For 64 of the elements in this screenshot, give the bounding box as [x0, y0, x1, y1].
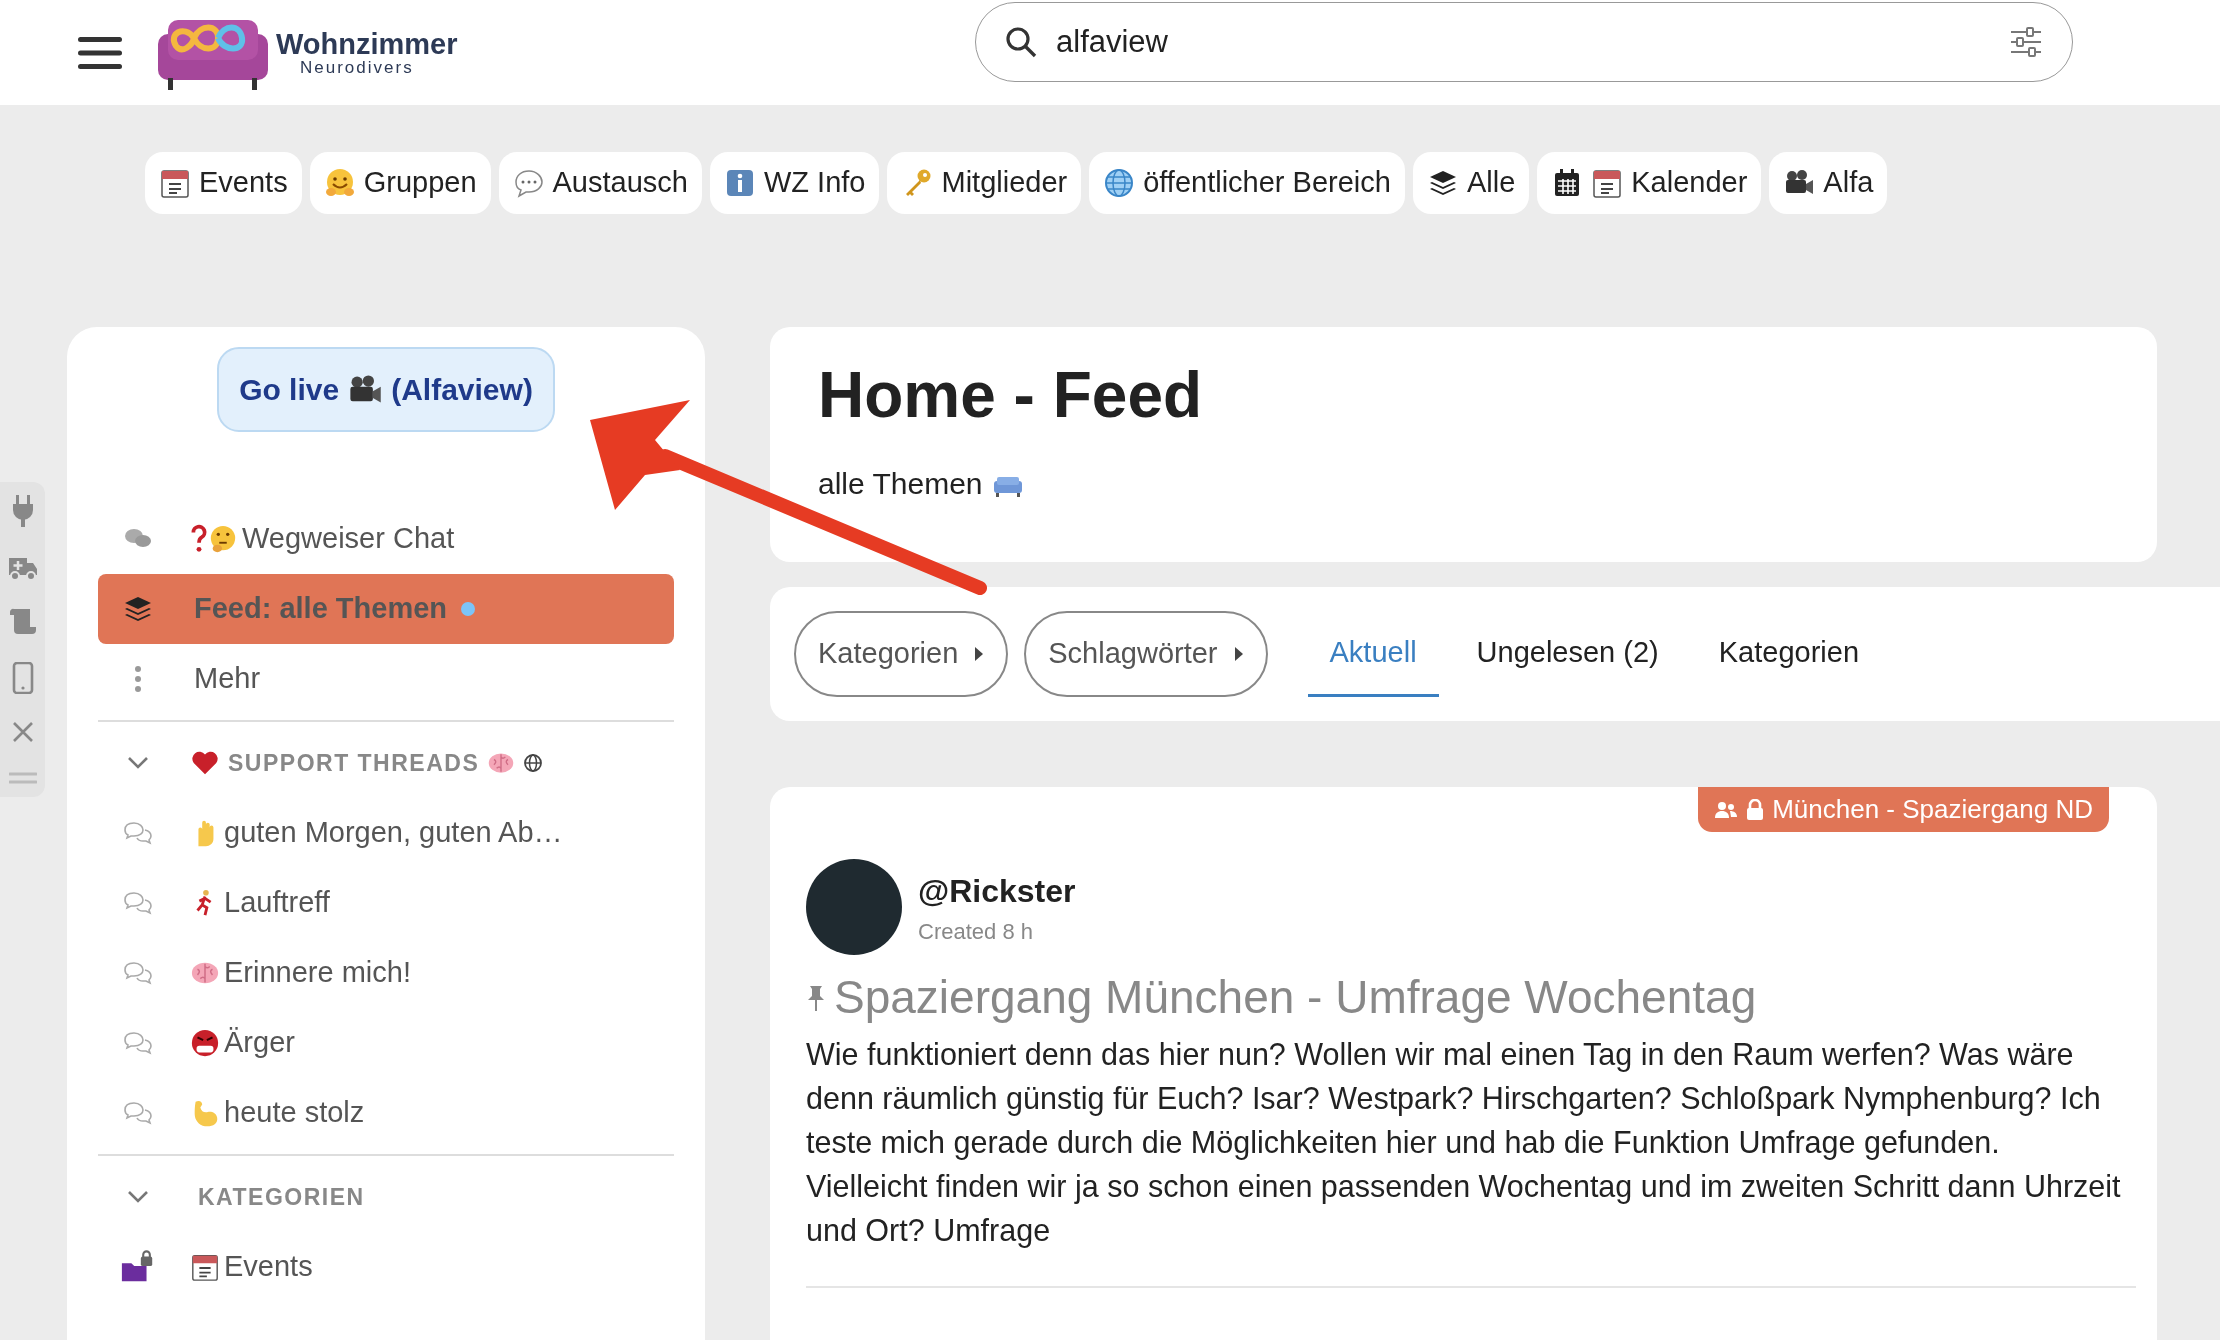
more-icon — [134, 665, 142, 693]
smiley-icon — [323, 167, 356, 199]
nav-chip[interactable]: Alle — [1412, 152, 1530, 214]
phone-icon — [11, 661, 34, 694]
thinking-face-icon — [208, 524, 238, 554]
sidebar-item[interactable]: heute stolz — [98, 1078, 674, 1148]
caret-right-icon — [1233, 646, 1244, 662]
question-mark-icon — [190, 524, 208, 554]
calendar-icon — [1591, 167, 1624, 199]
section-header[interactable]: SUPPORT THREADS — [98, 728, 674, 798]
post-title[interactable]: Spaziergang München - Umfrage Wochentag — [834, 963, 1757, 1032]
filter-settings-icon — [2009, 27, 2043, 57]
plug-icon — [10, 494, 35, 528]
feed-tab[interactable]: Kategorien — [1696, 611, 1881, 697]
section-header[interactable]: KATEGORIEN — [98, 1162, 674, 1232]
filter-dropdown[interactable]: Schlagwörter — [1024, 611, 1268, 697]
nav-chip[interactable]: Kalender — [1537, 152, 1762, 214]
nav-chip[interactable]: Austausch — [498, 152, 702, 214]
chat-bubbles-icon — [123, 1031, 153, 1055]
calendar-icon — [190, 1252, 220, 1282]
sidebar-item[interactable]: Erinnere mich! — [98, 938, 674, 1008]
page-title: Home - Feed — [818, 363, 1204, 427]
created-time: Created 8 h — [918, 917, 1034, 946]
speech-bubble-icon — [512, 167, 545, 199]
author-name[interactable]: @Rickster — [918, 866, 1076, 915]
lock-icon — [1746, 798, 1765, 821]
chat-bubbles-icon — [123, 821, 153, 845]
chevron-down-icon — [127, 1190, 149, 1204]
sidebar-item[interactable]: Wegweiser Chat — [98, 504, 674, 574]
globe-icon — [523, 753, 544, 773]
chevron-down-icon — [127, 756, 149, 770]
feed-tab[interactable]: Aktuell — [1307, 611, 1439, 697]
search-icon — [1005, 26, 1037, 58]
globe-icon — [1103, 167, 1136, 199]
nav-chip[interactable]: öffentlicher Bereich — [1089, 152, 1405, 214]
search-field[interactable]: alfaview — [975, 2, 2073, 82]
logo-title: Wohnzimmer — [276, 29, 458, 59]
drag-handle-icon — [8, 770, 37, 785]
nav-chip[interactable]: Mitglieder — [887, 152, 1082, 214]
menu-button[interactable] — [78, 34, 122, 71]
scroll-icon — [7, 607, 38, 636]
sidebar-item[interactable]: Lauftreff — [98, 868, 674, 938]
nav-chip[interactable]: Events — [145, 152, 302, 214]
users-icon — [1714, 799, 1739, 820]
calendar-icon — [159, 167, 191, 199]
logo-subtitle: Neurodivers — [300, 58, 415, 76]
nav-chip[interactable]: Gruppen — [309, 152, 491, 214]
nav-chip[interactable]: Alfa — [1769, 152, 1888, 214]
sidebar-item[interactable]: guten Morgen, guten Ab… — [98, 798, 674, 868]
chat-bubbles-icon — [123, 891, 153, 915]
sidebar-item[interactable]: Events — [98, 1232, 674, 1302]
menu-icon — [78, 34, 122, 71]
sidebar-item[interactable]: Mehr — [98, 644, 674, 714]
caret-right-icon — [974, 646, 985, 662]
chat-bubbles-icon — [123, 1101, 153, 1125]
filter-dropdown[interactable]: Kategorien — [794, 611, 1009, 697]
chat-bubbles-icon — [123, 961, 153, 985]
post-body: Wie funktioniert denn das hier nun? Wollen wir mal einen Tag in den Raum werfen? Was wäre denn räumlich günstig für Euch? Isar? Westpark? Hirschgarten? Schloßpark Nymphenburg? Ich teste mich gerade durch die Möglichkeiten hier und hab die Funktion Umfrage gefunden. Vielleicht finden wir ja so schon einen passenden Wochentag und im zweiten Schritt dann Uhrzeit und Ort? Umfrage — [806, 1036, 2121, 1250]
angry-face-icon — [190, 1028, 220, 1058]
go-live-button[interactable]: Go live (Alfaview) — [217, 347, 555, 432]
page-subtitle: alle Themen — [818, 466, 983, 502]
feed-tab[interactable]: Ungelesen (2) — [1454, 611, 1681, 697]
nav-chip[interactable]: WZ Info — [709, 152, 880, 214]
sidebar-item[interactable]: Ärger — [98, 1008, 674, 1078]
